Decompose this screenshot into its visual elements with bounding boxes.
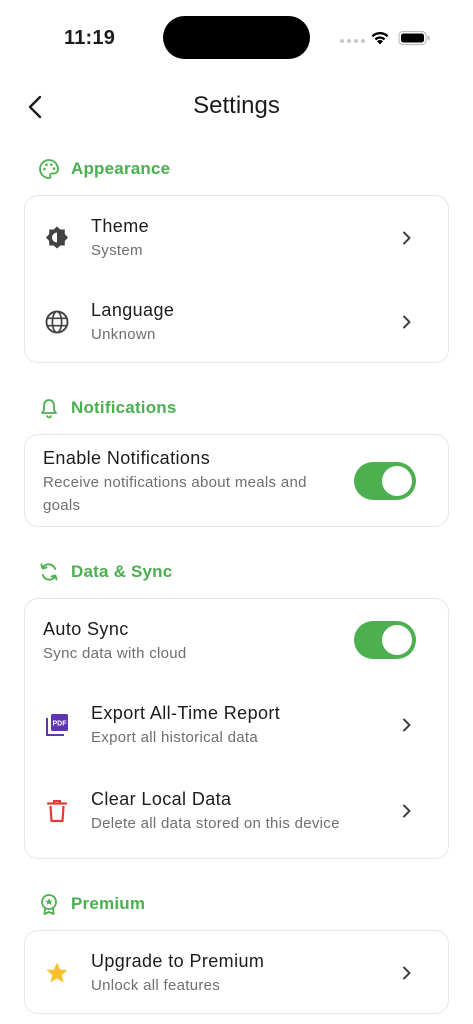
- data-sync-card: Auto Sync Sync data with cloud PDF Expor…: [24, 598, 449, 859]
- globe-icon: [43, 308, 71, 336]
- battery-icon: [398, 30, 430, 46]
- status-time: 11:19: [64, 27, 116, 49]
- award-badge-icon: [38, 893, 60, 915]
- svg-text:PDF: PDF: [53, 721, 68, 728]
- section-header-data-sync: Data & Sync: [38, 560, 172, 584]
- section-header-premium: Premium: [38, 892, 145, 916]
- toggle-knob: [382, 466, 412, 496]
- section-header-appearance: Appearance: [38, 157, 170, 181]
- premium-card: Upgrade to Premium Unlock all features: [24, 930, 449, 1014]
- clear-local-data-text: Clear Local Data Delete all data stored …: [91, 787, 388, 835]
- appearance-card: Theme System Language Unknown: [24, 195, 449, 363]
- auto-sync-text: Auto Sync Sync data with cloud: [43, 617, 348, 665]
- upgrade-premium-row[interactable]: Upgrade to Premium Unlock all features: [25, 945, 448, 1001]
- page-title: Settings: [193, 92, 280, 119]
- export-report-text: Export All-Time Report Export all histor…: [91, 701, 388, 749]
- dynamic-island: [163, 16, 310, 59]
- theme-value: System: [91, 242, 143, 259]
- section-title-appearance: Appearance: [71, 159, 171, 178]
- palette-icon: [38, 158, 60, 180]
- upgrade-premium-subtitle: Unlock all features: [91, 977, 221, 994]
- theme-text: Theme System: [91, 214, 388, 262]
- export-report-subtitle: Export all historical data: [91, 729, 259, 746]
- section-header-notifications: Notifications: [38, 396, 177, 420]
- clear-local-data-title: Clear Local Data: [91, 789, 232, 809]
- section-title-notifications: Notifications: [71, 398, 177, 417]
- enable-notifications-text: Enable Notifications Receive notificatio…: [43, 446, 348, 517]
- chevron-right-icon: [403, 804, 411, 818]
- toggle-knob: [382, 625, 412, 655]
- language-text: Language Unknown: [91, 298, 388, 346]
- enable-notifications-subtitle: Receive notifications about meals and go…: [43, 473, 307, 514]
- star-icon: [43, 959, 71, 987]
- bell-icon: [38, 397, 60, 419]
- upgrade-premium-title: Upgrade to Premium: [91, 951, 265, 971]
- auto-sync-title: Auto Sync: [43, 619, 129, 639]
- auto-sync-toggle[interactable]: [354, 621, 416, 659]
- sync-icon: [38, 561, 60, 583]
- auto-sync-subtitle: Sync data with cloud: [43, 645, 187, 662]
- chevron-right-icon: [403, 966, 411, 980]
- wifi-icon: [371, 31, 389, 45]
- language-row[interactable]: Language Unknown: [25, 294, 448, 350]
- enable-notifications-title: Enable Notifications: [43, 447, 211, 468]
- theme-row[interactable]: Theme System: [25, 210, 448, 266]
- clear-local-data-row[interactable]: Clear Local Data Delete all data stored …: [25, 775, 448, 847]
- brightness-icon: [43, 224, 71, 252]
- trash-icon: [43, 797, 71, 825]
- status-bar: 11:19: [0, 0, 473, 72]
- section-title-premium: Premium: [71, 894, 146, 913]
- export-report-row[interactable]: PDF Export All-Time Report Export all hi…: [25, 697, 448, 753]
- chevron-right-icon: [403, 718, 411, 732]
- cellular-signal-icon: [340, 39, 365, 43]
- pdf-icon: PDF: [43, 711, 71, 739]
- language-value: Unknown: [91, 326, 156, 343]
- enable-notifications-row: Enable Notifications Receive notificatio…: [25, 445, 448, 517]
- notifications-card: Enable Notifications Receive notificatio…: [24, 434, 449, 527]
- chevron-right-icon: [403, 315, 411, 329]
- chevron-right-icon: [403, 231, 411, 245]
- clear-local-data-subtitle: Delete all data stored on this device: [91, 815, 340, 832]
- notifications-toggle[interactable]: [354, 462, 416, 500]
- language-title: Language: [91, 300, 175, 320]
- section-title-data-sync: Data & Sync: [71, 562, 173, 581]
- theme-title: Theme: [91, 216, 150, 236]
- upgrade-premium-text: Upgrade to Premium Unlock all features: [91, 949, 388, 997]
- export-report-title: Export All-Time Report: [91, 703, 281, 723]
- nav-header: Settings: [0, 80, 473, 134]
- auto-sync-row: Auto Sync Sync data with cloud: [25, 613, 448, 669]
